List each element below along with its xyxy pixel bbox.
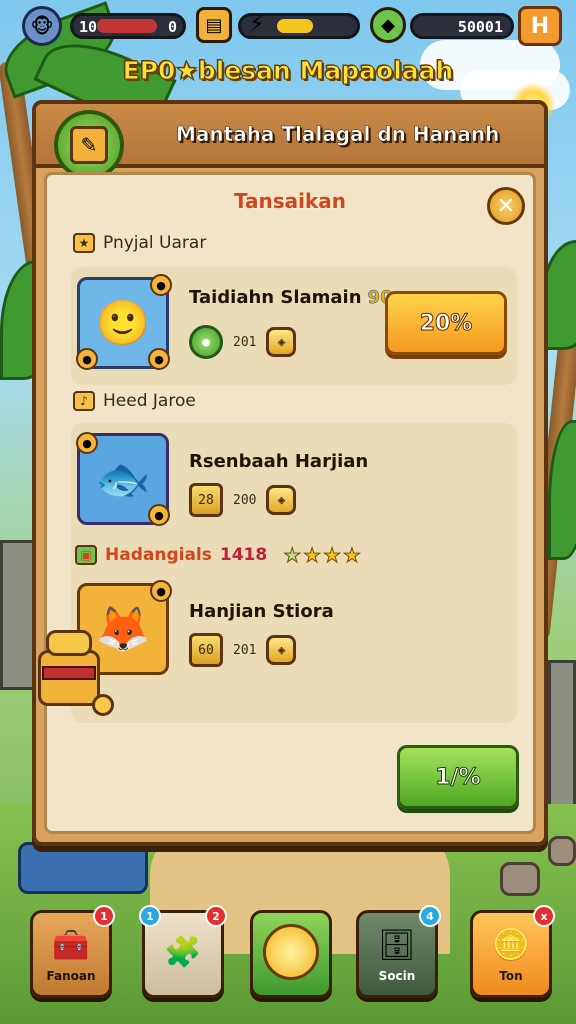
xp-value: 0 — [167, 18, 177, 36]
ticket-icon: ★ — [73, 233, 95, 253]
notification-badge: x — [533, 905, 555, 927]
item-name-text: Taidiahn Slamain — [189, 287, 362, 308]
badge-coin-icon: ● — [148, 504, 170, 526]
section-label: ★ Pnyjal Uarar — [73, 233, 206, 253]
shield-icon: ◈ — [266, 485, 297, 515]
badge-coin-icon: ● — [76, 348, 98, 370]
mascot — [30, 630, 116, 716]
notification-badge: 4 — [419, 905, 441, 927]
item-name: Hanjian Stiora — [189, 601, 334, 622]
star-icon: ★ — [283, 543, 302, 568]
claim-button-label: 20% — [419, 310, 473, 336]
coin-stack-icon: 🪙 — [492, 927, 530, 963]
nav-label: Fanoan — [46, 969, 96, 983]
nav-item-coin[interactable] — [250, 910, 332, 998]
collect-button[interactable]: 1/% — [397, 745, 519, 809]
badge-coin-icon: ● — [150, 580, 172, 602]
green-gem-icon: ● — [189, 325, 223, 359]
menu-button[interactable]: H — [518, 6, 562, 46]
star-icon: ★ — [343, 543, 362, 568]
stat-row: ● 201 ◈ — [189, 325, 297, 359]
shield-icon: ◈ — [266, 327, 297, 357]
claim-button[interactable]: 20% — [385, 291, 507, 355]
ticket-icon: 60 — [189, 633, 223, 667]
section-label: ▣ Hadangials 1418 ★ ★ ★ ★ — [75, 543, 362, 568]
ticket-icon: 28 — [189, 483, 223, 517]
rock — [548, 836, 576, 866]
section-label: ♪ Heed Jaroe — [73, 391, 196, 411]
panel-body: Tansaikan ✕ ★ Pnyjal Uarar 🙂 ● ● ● Taidi… — [44, 172, 536, 834]
item-name: Rsenbaah Harjian — [189, 451, 369, 472]
scroll-icon: ✎ — [70, 126, 108, 164]
badge-coin-icon: ● — [148, 348, 170, 370]
stat-row: 60 201 ◈ — [189, 633, 297, 667]
avatar-face-icon: 🐵 — [30, 14, 54, 38]
section-label-text: Hadangials — [105, 545, 212, 565]
nav-label: Ton — [499, 969, 523, 983]
rock — [500, 862, 540, 896]
shield-icon: ◈ — [266, 635, 297, 665]
stat-value: 201 — [233, 334, 257, 350]
coin-value: 50001 — [457, 18, 503, 36]
item-name: Taidiahn Slamain 90 — [189, 287, 393, 309]
notification-badge: 1 — [139, 905, 161, 927]
section-extra: 1418 — [219, 545, 268, 565]
gold-coin-icon — [263, 924, 319, 980]
chest-icon: 🧰 — [52, 927, 90, 963]
main-panel: Mantaha Tlalagal dn Hananh ✎ Tansaikan ✕… — [32, 100, 548, 846]
nav-item-puzzle[interactable]: 🧩 2 1 — [139, 905, 227, 998]
stat-value: 200 — [233, 492, 257, 508]
nav-item-fanoan[interactable]: 🧰 Fanoan 1 — [30, 905, 115, 998]
star-icon: ★ — [303, 543, 322, 568]
menu-glyph: H — [530, 13, 550, 39]
list-group: 🐟 ● ● Rsenbaah Harjian 28 200 ◈ ▣ Hadang… — [71, 423, 517, 723]
energy-bar-fill — [277, 19, 313, 33]
top-hud: 🐵 10 0 ▤ ⚡ ◆ 50001 H — [0, 4, 576, 48]
shop-icon: 🗄 — [377, 927, 417, 963]
notification-badge: 2 — [205, 905, 227, 927]
tab-title: Tansaikan — [233, 189, 347, 213]
coin-icon — [92, 694, 114, 716]
bell-icon: ♪ — [73, 391, 95, 411]
creature-icon: 🐟 — [95, 454, 151, 505]
section-label-text: Heed Jaroe — [103, 391, 196, 411]
close-icon: ✕ — [496, 193, 516, 219]
stat-row: 28 200 ◈ — [189, 483, 297, 517]
lightning-icon: ⚡ — [249, 12, 265, 37]
creature-portrait: 🐟 ● ● — [76, 432, 170, 526]
stat-value: 201 — [233, 642, 257, 658]
puzzle-icon: 🧩 — [164, 934, 202, 970]
coin-bar: 50001 — [410, 13, 514, 39]
bottom-nav: 🧰 Fanoan 1 🧩 2 1 🗄 Socin 4 🪙 Ton x — [0, 905, 576, 1002]
nav-item-ton[interactable]: 🪙 Ton x — [470, 905, 555, 998]
level-bar: 10 0 — [70, 13, 186, 39]
section-label-text: Pnyjal Uarar — [103, 233, 207, 253]
stone-ruin — [548, 660, 576, 820]
player-avatar[interactable]: 🐵 — [22, 6, 62, 46]
close-button[interactable]: ✕ — [487, 187, 525, 225]
character-portrait: 🙂 ● ● ● — [76, 274, 172, 370]
mascot-band — [42, 666, 96, 680]
nav-item-socin[interactable]: 🗄 Socin 4 — [356, 905, 441, 998]
mascot-cap — [46, 630, 92, 656]
chest-icon[interactable]: ▤ — [196, 7, 232, 43]
collect-button-label: 1/% — [435, 764, 481, 790]
blue-crate — [18, 842, 148, 894]
list-item[interactable]: 🙂 ● ● ● Taidiahn Slamain 90 ● 201 ◈ 20% — [71, 267, 517, 385]
notification-badge: 1 — [93, 905, 115, 927]
energy-bar: ⚡ — [238, 12, 360, 39]
gem-icon[interactable]: ◆ — [370, 7, 406, 43]
nav-label: Socin — [378, 969, 416, 983]
badge-coin-icon: ● — [150, 274, 172, 296]
level-value: 10 — [79, 18, 98, 36]
character-face-icon: 🙂 — [95, 298, 151, 349]
level-bar-fill — [97, 19, 157, 33]
panel-title: Mantaha Tlalagal dn Hananh — [176, 122, 500, 147]
event-banner: EP0★blesan Mapaolaah — [122, 56, 454, 86]
star-rating: ★ ★ ★ ★ — [283, 543, 362, 568]
badge-coin-icon: ● — [76, 432, 98, 454]
panel-emblem: ✎ — [54, 110, 124, 180]
camera-icon: ▣ — [75, 545, 97, 565]
star-icon: ★ — [323, 543, 342, 568]
